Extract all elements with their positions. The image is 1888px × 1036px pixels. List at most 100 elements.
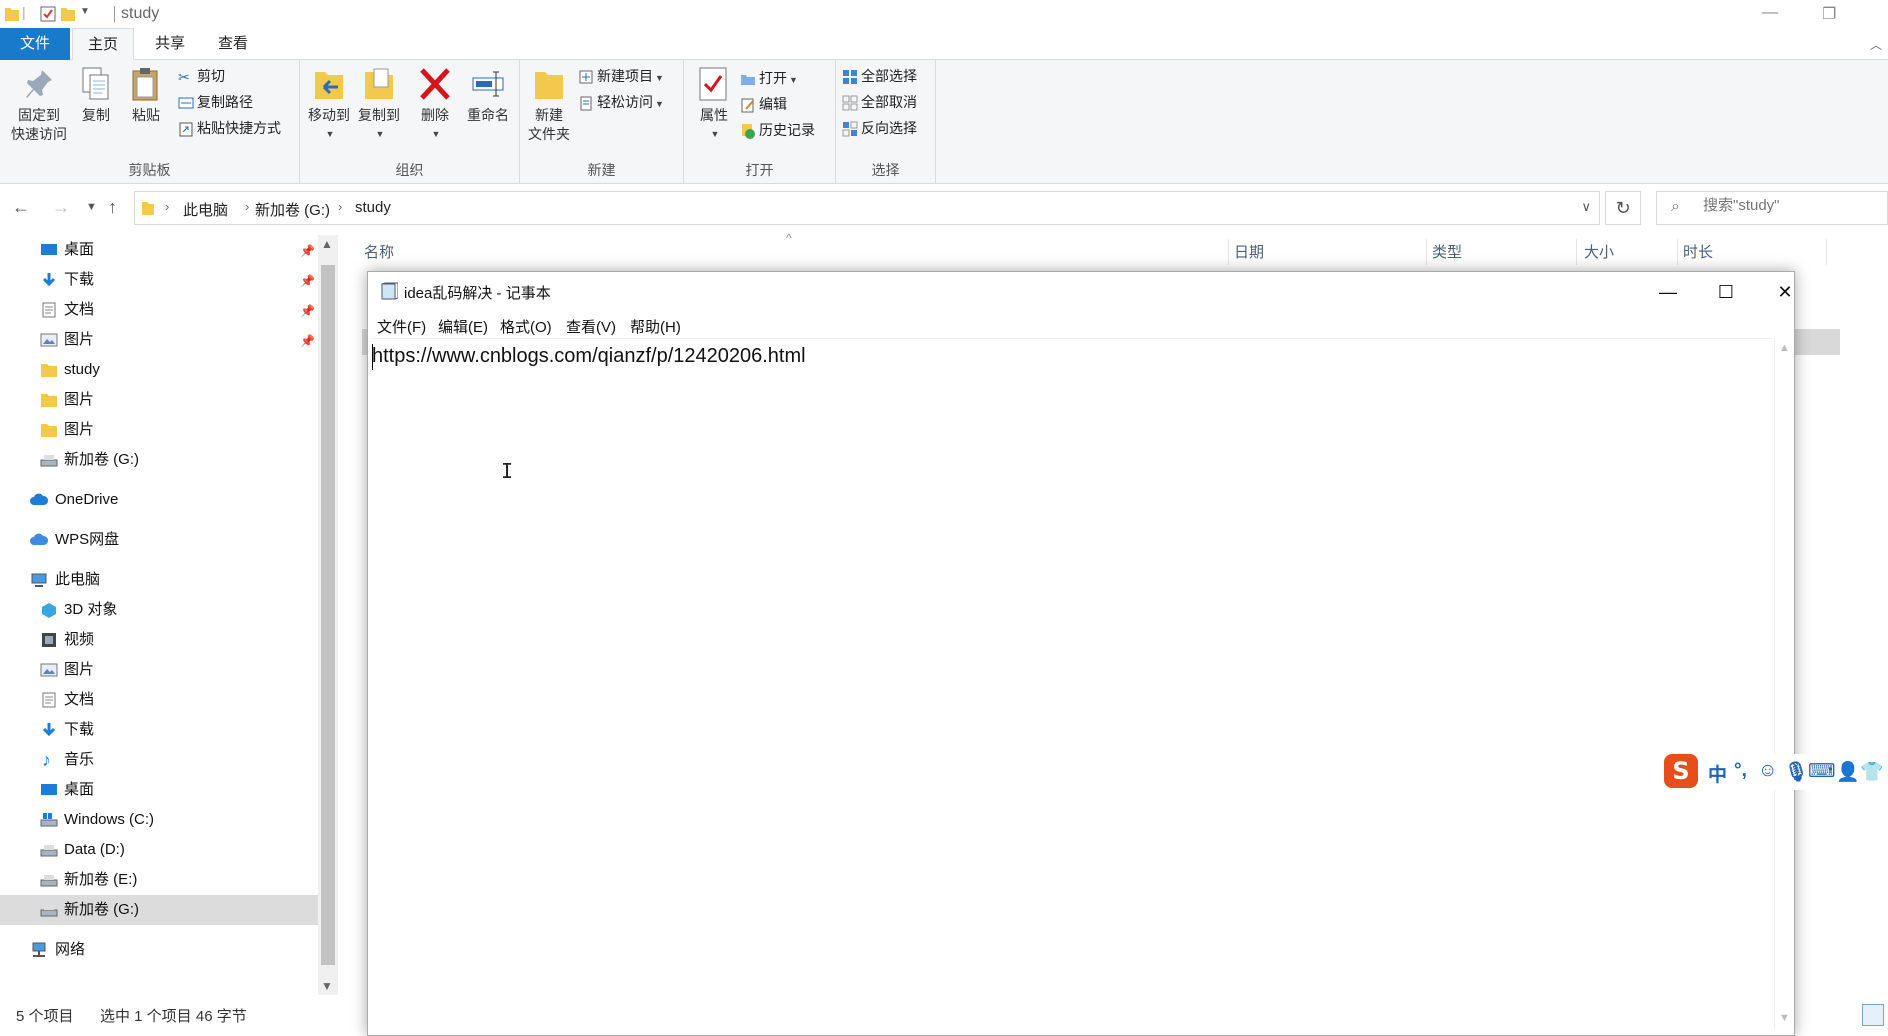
chevron-down-icon[interactable]: ∨: [1581, 199, 1591, 215]
nav-item-downloads[interactable]: 下载 📌: [0, 265, 318, 295]
properties-button[interactable]: 属性 ▼: [692, 66, 736, 144]
column-header-duration[interactable]: 时长: [1683, 241, 1713, 262]
ime-punctuation-toggle[interactable]: °,: [1734, 760, 1747, 782]
edit-button[interactable]: 编辑: [740, 93, 787, 115]
emoji-icon[interactable]: ☺: [1758, 760, 1777, 782]
column-header-type[interactable]: 类型: [1432, 241, 1462, 262]
breadcrumb-drive-g[interactable]: 新加卷 (G:): [255, 199, 330, 220]
cut-button[interactable]: ✂ 剪切: [178, 65, 225, 87]
scroll-up-icon[interactable]: ▲: [1779, 342, 1790, 354]
breadcrumb-study[interactable]: study: [355, 199, 391, 216]
copy-path-button[interactable]: 复制路径: [178, 91, 253, 113]
nav-item-documents-pc[interactable]: 文档: [0, 685, 318, 715]
column-header-size[interactable]: 大小: [1584, 241, 1614, 262]
refresh-button[interactable]: ↻: [1605, 191, 1641, 225]
nav-item-documents[interactable]: 文档 📌: [0, 295, 318, 325]
user-icon[interactable]: 👤: [1836, 760, 1860, 784]
chevron-right-icon[interactable]: ›: [165, 199, 169, 214]
history-button[interactable]: 历史记录: [740, 119, 815, 141]
nav-item-drive-c[interactable]: Windows (C:): [0, 805, 318, 835]
microphone-icon[interactable]: 🎙: [1784, 760, 1808, 784]
nav-item-videos[interactable]: 视频: [0, 625, 318, 655]
address-bar[interactable]: › 此电脑 › 新加卷 (G:) › study ∨: [134, 191, 1600, 225]
menu-edit[interactable]: 编辑(E): [438, 316, 488, 337]
menu-help[interactable]: 帮助(H): [630, 316, 681, 337]
nav-item-desktop-pc[interactable]: 桌面: [0, 775, 318, 805]
sogou-logo-icon[interactable]: S: [1664, 754, 1698, 788]
recent-locations-icon[interactable]: ▼: [86, 201, 97, 213]
qat-customize-icon[interactable]: ▼: [80, 6, 90, 17]
pin-icon[interactable]: 📌: [300, 236, 315, 266]
nav-item-downloads-pc[interactable]: 下载: [0, 715, 318, 745]
ime-mode-toggle[interactable]: 中: [1708, 760, 1727, 787]
notepad-text-area[interactable]: https://www.cnblogs.com/qianzf/p/1242020…: [372, 338, 1772, 1028]
ribbon-collapse-icon[interactable]: ︿: [1870, 36, 1882, 53]
nav-item-pictures[interactable]: 图片 📌: [0, 325, 318, 355]
minimize-button[interactable]: —: [1762, 4, 1778, 22]
pin-quick-access-button[interactable]: 固定到 快速访问: [6, 66, 72, 144]
pin-icon[interactable]: 📌: [300, 296, 315, 326]
nav-item-pictures-folder[interactable]: 图片: [0, 385, 318, 415]
copy-button[interactable]: 复制: [74, 66, 118, 125]
paste-button[interactable]: 粘贴: [124, 66, 168, 125]
tab-view[interactable]: 查看: [203, 28, 263, 60]
notepad-vertical-scrollbar[interactable]: ▲ ▼: [1774, 338, 1794, 1028]
nav-item-pictures-pc[interactable]: 图片: [0, 655, 318, 685]
scrollbar-thumb[interactable]: [321, 265, 335, 965]
pin-icon[interactable]: 📌: [300, 326, 315, 356]
new-folder-qat-icon[interactable]: [60, 5, 76, 23]
copy-to-button[interactable]: 复制到 ▼: [354, 66, 404, 144]
open-button[interactable]: 打开 ▼: [740, 67, 798, 89]
nav-item-pictures-folder[interactable]: 图片: [0, 415, 318, 445]
new-folder-button[interactable]: 新建 文件夹: [524, 66, 574, 144]
scroll-down-icon[interactable]: ▼: [321, 979, 333, 993]
nav-item-drive-d[interactable]: Data (D:): [0, 835, 318, 865]
move-to-button[interactable]: 移动到 ▼: [304, 66, 354, 144]
notepad-maximize-button[interactable]: ☐: [1703, 278, 1749, 306]
scroll-up-icon[interactable]: ▲: [321, 237, 333, 251]
tab-share[interactable]: 共享: [140, 28, 200, 60]
notepad-minimize-button[interactable]: —: [1645, 278, 1691, 306]
search-input[interactable]: [1703, 197, 1883, 214]
nav-pane-scrollbar[interactable]: ▲ ▼: [318, 235, 338, 995]
rename-button[interactable]: 重命名: [462, 66, 514, 125]
forward-arrow-icon[interactable]: →: [52, 197, 70, 218]
breadcrumb-this-pc[interactable]: 此电脑: [183, 199, 228, 220]
menu-format[interactable]: 格式(O): [500, 316, 552, 337]
back-arrow-icon[interactable]: ←: [12, 197, 30, 218]
column-header-date[interactable]: 日期: [1234, 241, 1264, 262]
nav-item-onedrive[interactable]: OneDrive: [0, 485, 318, 515]
menu-view[interactable]: 查看(V): [566, 316, 616, 337]
up-arrow-icon[interactable]: ↑: [108, 197, 117, 218]
nav-item-desktop[interactable]: 桌面 📌: [0, 235, 318, 265]
select-all-button[interactable]: 全部选择: [842, 65, 917, 87]
paste-shortcut-button[interactable]: 粘贴快捷方式: [178, 117, 281, 139]
menu-file[interactable]: 文件(F): [377, 316, 426, 337]
nav-item-music[interactable]: ♪ 音乐: [0, 745, 318, 775]
pin-icon[interactable]: 📌: [300, 266, 315, 296]
skin-icon[interactable]: 👕: [1860, 760, 1884, 784]
nav-item-drive-g-quick[interactable]: 新加卷 (G:): [0, 445, 318, 475]
keyboard-icon[interactable]: ⌨: [1808, 760, 1835, 783]
nav-item-this-pc[interactable]: 此电脑: [0, 565, 318, 595]
nav-item-network[interactable]: 网络: [0, 935, 318, 965]
nav-item-wps-cloud[interactable]: WPS网盘: [0, 525, 318, 555]
search-box[interactable]: ⌕: [1656, 191, 1888, 225]
new-item-button[interactable]: 新建项目 ▼: [578, 65, 664, 87]
column-header-name[interactable]: 名称: [364, 241, 394, 262]
nav-item-drive-e[interactable]: 新加卷 (E:): [0, 865, 318, 895]
nav-item-drive-g[interactable]: 新加卷 (G:): [0, 895, 318, 925]
notepad-close-button[interactable]: ✕: [1762, 278, 1808, 306]
invert-selection-button[interactable]: 反向选择: [842, 117, 917, 139]
tab-file[interactable]: 文件: [0, 28, 70, 60]
delete-button[interactable]: 删除 ▼: [412, 66, 458, 144]
easy-access-button[interactable]: 轻松访问 ▼: [578, 91, 664, 113]
chevron-right-icon[interactable]: ›: [338, 199, 342, 214]
select-none-button[interactable]: 全部取消: [842, 91, 917, 113]
properties-qat-icon[interactable]: [40, 5, 56, 23]
nav-item-study[interactable]: study: [0, 355, 318, 385]
restore-button[interactable]: ❐: [1822, 4, 1836, 24]
scroll-down-icon[interactable]: ▼: [1779, 1012, 1790, 1024]
details-view-button[interactable]: [1862, 1004, 1884, 1026]
tab-home[interactable]: 主页: [72, 28, 134, 61]
